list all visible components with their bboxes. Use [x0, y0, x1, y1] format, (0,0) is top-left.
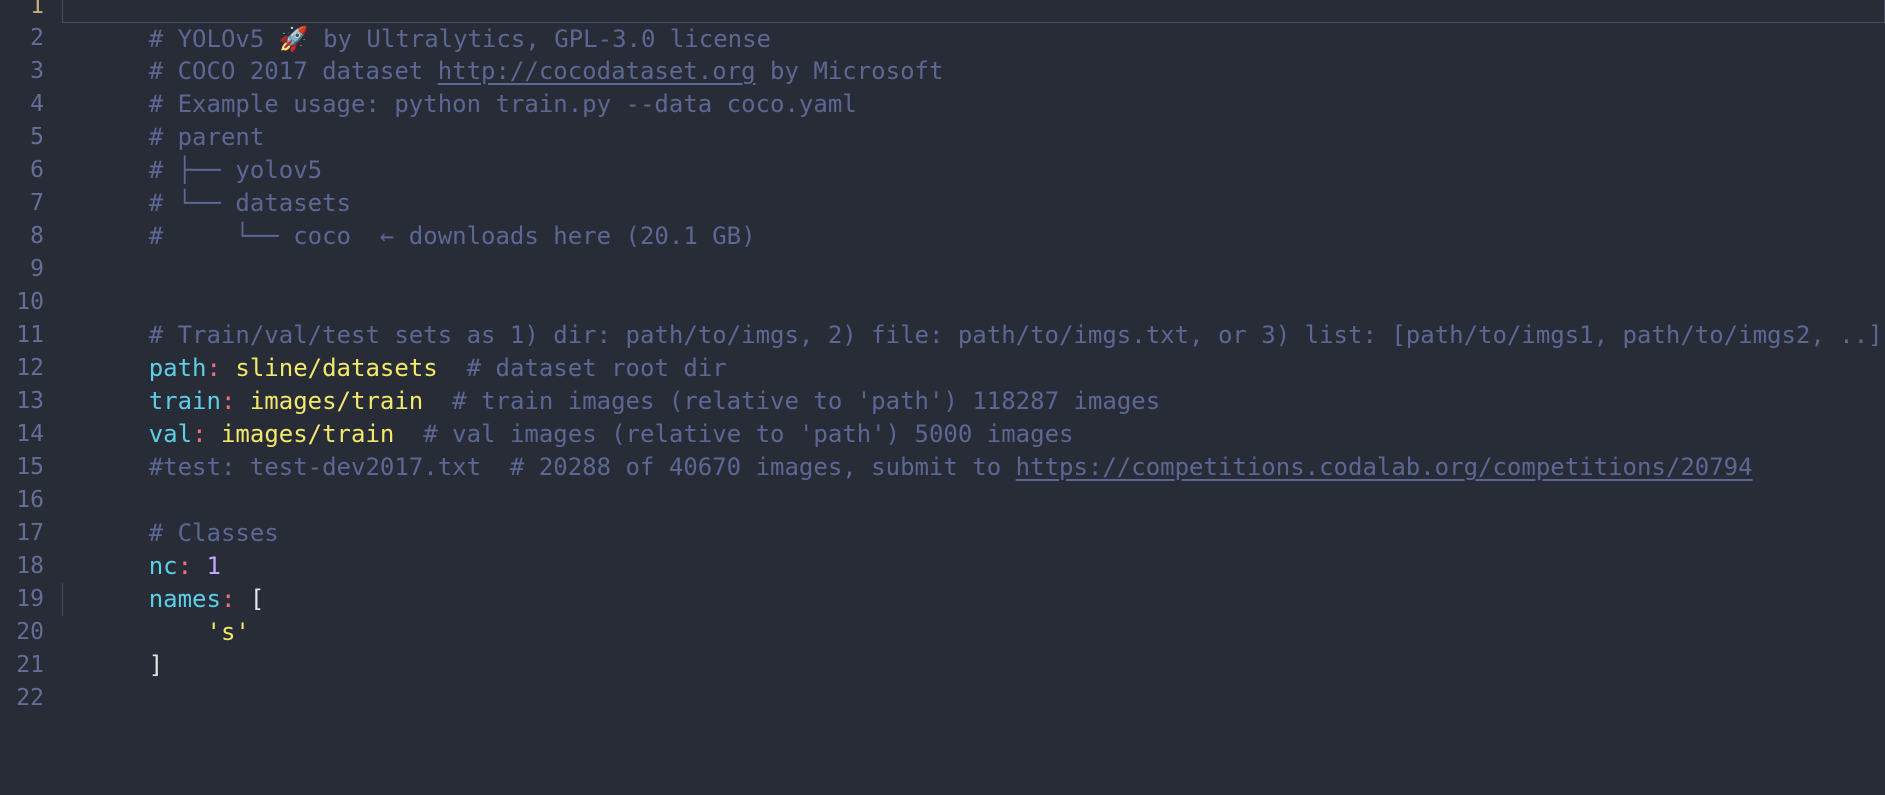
- comment-token: # └── coco ← downloads here (20.1 GB): [148, 222, 756, 251]
- line-number-10[interactable]: 10: [0, 286, 44, 319]
- code-line-9[interactable]: [62, 253, 149, 286]
- code-line-7[interactable]: # └── coco ← downloads here (20.1 GB): [62, 187, 756, 250]
- code-line-11[interactable]: path: sline/datasets # dataset root dir: [62, 319, 727, 382]
- code-line-3[interactable]: # Example usage: python train.py --data …: [62, 55, 857, 118]
- code-editor[interactable]: 1 2 3 4 5 6 7 8 9 10 11 12 13 14 15 16 1…: [0, 0, 1885, 795]
- line-number-21[interactable]: 21: [0, 649, 44, 682]
- code-line-21[interactable]: [62, 649, 149, 682]
- line-number-4[interactable]: 4: [0, 88, 44, 121]
- line-number-12[interactable]: 12: [0, 352, 44, 385]
- line-number-5[interactable]: 5: [0, 121, 44, 154]
- code-line-20[interactable]: ]: [62, 616, 163, 679]
- line-number-14[interactable]: 14: [0, 418, 44, 451]
- close-bracket-token: ]: [148, 651, 164, 680]
- url-link[interactable]: https://competitions.codalab.org/competi…: [1016, 453, 1753, 481]
- line-number-8[interactable]: 8: [0, 220, 44, 253]
- comment-token: #test: test-dev2017.txt # 20288 of 40670…: [148, 453, 1016, 482]
- line-number-19[interactable]: 19: [0, 583, 44, 616]
- code-line-2[interactable]: # COCO 2017 dataset http://cocodataset.o…: [62, 22, 944, 85]
- code-line-18[interactable]: names: [: [62, 550, 265, 613]
- code-line-5[interactable]: # ├── yolov5: [62, 121, 322, 184]
- line-number-16[interactable]: 16: [0, 484, 44, 517]
- code-line-16[interactable]: # Classes: [62, 484, 279, 547]
- code-line-4[interactable]: # parent: [62, 88, 265, 151]
- code-line-19[interactable]: 's': [62, 583, 250, 646]
- line-number-7[interactable]: 7: [0, 187, 44, 220]
- line-number-15[interactable]: 15: [0, 451, 44, 484]
- yaml-list-item: 's': [148, 618, 250, 647]
- line-number-6[interactable]: 6: [0, 154, 44, 187]
- code-line-14[interactable]: #test: test-dev2017.txt # 20288 of 40670…: [62, 418, 1753, 481]
- code-line-6[interactable]: # └── datasets: [62, 154, 351, 217]
- line-number-22[interactable]: 22: [0, 682, 44, 715]
- code-line-1[interactable]: # YOLOv5 🚀 by Ultralytics, GPL-3.0 licen…: [62, 0, 771, 53]
- indent-guide: [62, 583, 63, 616]
- line-number-2[interactable]: 2: [0, 22, 44, 55]
- code-line-22[interactable]: [62, 682, 149, 715]
- line-number-9[interactable]: 9: [0, 253, 44, 286]
- code-line-10[interactable]: # Train/val/test sets as 1) dir: path/to…: [62, 286, 1883, 349]
- code-line-15[interactable]: [62, 451, 149, 484]
- code-line-8[interactable]: [62, 220, 149, 253]
- line-number-18[interactable]: 18: [0, 550, 44, 583]
- line-number-20[interactable]: 20: [0, 616, 44, 649]
- line-number-17[interactable]: 17: [0, 517, 44, 550]
- code-line-13[interactable]: val: images/train # val images (relative…: [62, 385, 1074, 448]
- code-line-17[interactable]: nc: 1: [62, 517, 221, 580]
- line-number-3[interactable]: 3: [0, 55, 44, 88]
- line-number-1[interactable]: 1: [0, 0, 44, 23]
- line-number-11[interactable]: 11: [0, 319, 44, 352]
- line-number-13[interactable]: 13: [0, 385, 44, 418]
- code-line-12[interactable]: train: images/train # train images (rela…: [62, 352, 1160, 415]
- line-number-gutter: 1 2 3 4 5 6 7 8 9 10 11 12 13 14 15 16 1…: [0, 0, 44, 795]
- code-content[interactable]: # YOLOv5 🚀 by Ultralytics, GPL-3.0 licen…: [0, 0, 1885, 795]
